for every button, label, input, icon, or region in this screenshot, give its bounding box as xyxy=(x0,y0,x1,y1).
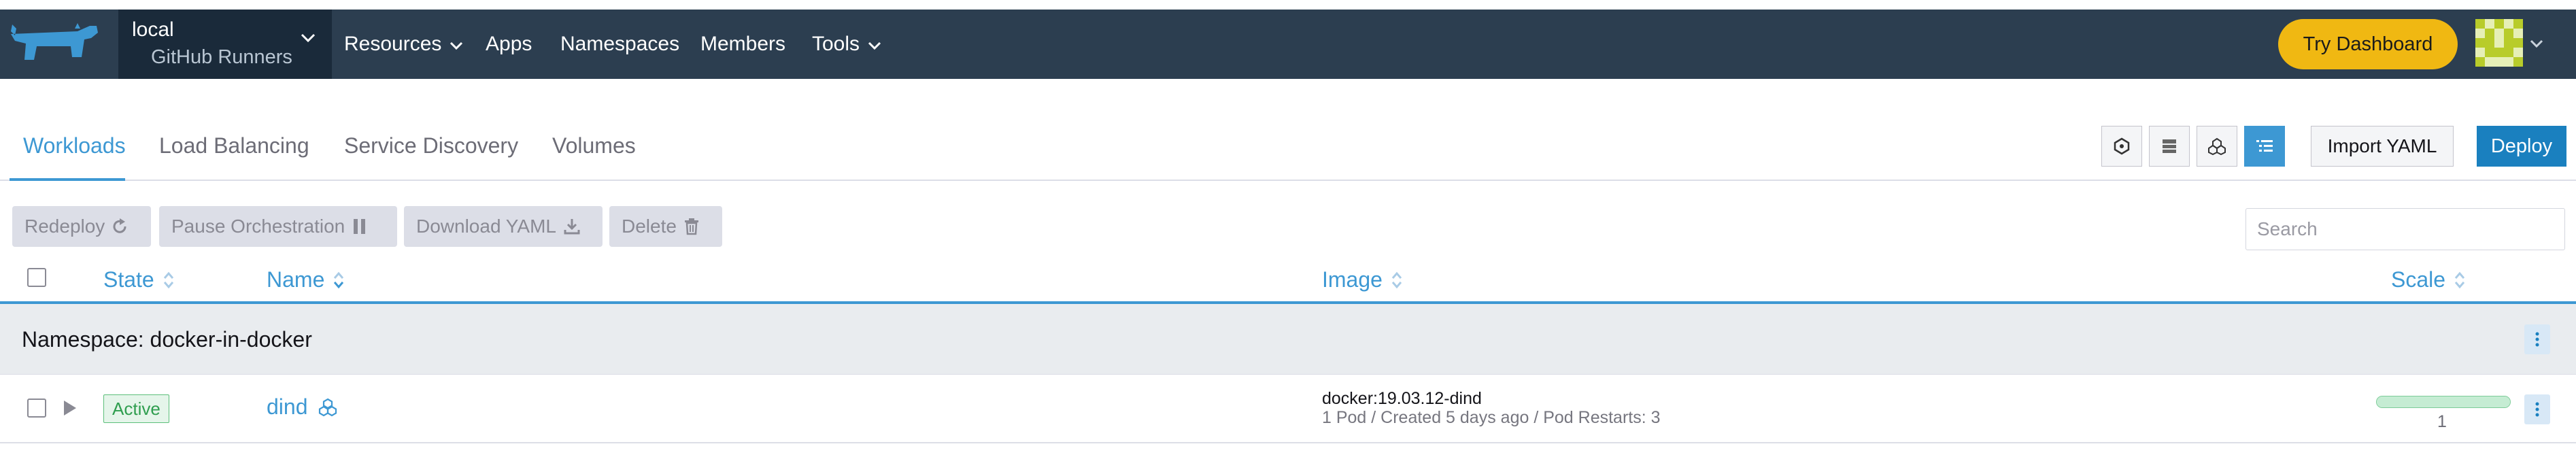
redeploy-button[interactable]: Redeploy xyxy=(12,206,151,247)
view-table-button[interactable] xyxy=(2149,126,2190,167)
menu-tools-label: Tools xyxy=(812,33,860,55)
scale-progress-fill xyxy=(2377,396,2510,407)
table-icon xyxy=(2163,139,2176,153)
cluster-project-switcher[interactable]: local GitHub Runners xyxy=(118,10,332,79)
column-header-image[interactable]: Image xyxy=(1322,267,1403,292)
select-all-checkbox[interactable] xyxy=(27,268,46,287)
menu-resources-label: Resources xyxy=(344,33,442,55)
import-yaml-button[interactable]: Import YAML xyxy=(2311,126,2454,167)
menu-namespaces[interactable]: Namespaces xyxy=(560,10,679,79)
top-navigation-bar: local GitHub Runners Resources Apps Name… xyxy=(0,10,2576,79)
scale-progress-bar xyxy=(2376,396,2511,408)
expand-row-icon[interactable] xyxy=(63,400,78,416)
kebab-menu-icon xyxy=(2535,402,2539,417)
pause-orchestration-button[interactable]: Pause Orchestration xyxy=(159,206,397,247)
pause-orchestration-label: Pause Orchestration xyxy=(171,216,345,237)
tab-service-discovery[interactable]: Service Discovery xyxy=(344,133,518,158)
sort-descending-icon xyxy=(334,271,344,288)
user-avatar[interactable] xyxy=(2475,19,2523,67)
try-dashboard-button[interactable]: Try Dashboard xyxy=(2278,19,2458,69)
workload-details: 1 Pod / Created 5 days ago / Pod Restart… xyxy=(1322,408,1661,427)
sort-icon xyxy=(163,271,173,288)
project-name: GitHub Runners xyxy=(151,46,292,68)
column-header-state[interactable]: State xyxy=(103,267,175,292)
node-icon xyxy=(2114,137,2130,155)
menu-namespaces-label: Namespaces xyxy=(560,33,680,55)
menu-tools[interactable]: Tools xyxy=(812,10,881,79)
view-list-button[interactable] xyxy=(2244,126,2285,167)
tab-load-balancing[interactable]: Load Balancing xyxy=(159,133,309,158)
menu-apps-label: Apps xyxy=(486,33,532,55)
deploy-button[interactable]: Deploy xyxy=(2477,126,2566,167)
sort-icon xyxy=(1391,271,1402,288)
row-actions-button[interactable] xyxy=(2524,394,2550,424)
view-group-button[interactable] xyxy=(2197,126,2237,167)
namespace-group-label: Namespace: docker-in-docker xyxy=(22,327,312,352)
scale-count: 1 xyxy=(2437,412,2447,431)
workload-name-link[interactable]: dind xyxy=(267,394,338,420)
tab-volumes[interactable]: Volumes xyxy=(552,133,636,158)
menu-apps[interactable]: Apps xyxy=(486,10,532,79)
menu-members-label: Members xyxy=(700,33,786,55)
download-yaml-label: Download YAML xyxy=(416,216,556,237)
menu-members[interactable]: Members xyxy=(700,10,785,79)
list-icon xyxy=(2256,140,2273,152)
column-scale-label: Scale xyxy=(2391,267,2446,292)
delete-button[interactable]: Delete xyxy=(609,206,722,247)
view-node-button[interactable] xyxy=(2101,126,2142,167)
active-tab-indicator xyxy=(10,178,125,181)
menu-resources[interactable]: Resources xyxy=(344,10,463,79)
download-icon xyxy=(564,219,580,235)
delete-label: Delete xyxy=(622,216,677,237)
column-header-scale[interactable]: Scale xyxy=(2391,267,2466,292)
column-header-name[interactable]: Name xyxy=(267,267,345,292)
service-icon xyxy=(318,398,337,416)
column-image-label: Image xyxy=(1322,267,1383,292)
search-input[interactable] xyxy=(2245,208,2565,250)
tab-workloads[interactable]: Workloads xyxy=(23,133,126,158)
chevron-down-icon xyxy=(301,33,316,43)
download-yaml-button[interactable]: Download YAML xyxy=(404,206,603,247)
column-state-label: State xyxy=(103,267,154,292)
kebab-menu-icon xyxy=(2535,332,2539,347)
chevron-down-icon xyxy=(450,41,463,50)
row-checkbox[interactable] xyxy=(27,399,46,418)
chevron-down-icon xyxy=(868,41,881,50)
chevron-down-icon[interactable] xyxy=(2530,39,2543,48)
sort-icon xyxy=(2454,271,2465,288)
table-row: Active dind docker:19.03.12-dind 1 Pod /… xyxy=(0,375,2576,443)
column-name-label: Name xyxy=(267,267,325,292)
workload-name: dind xyxy=(267,394,308,419)
redo-icon xyxy=(113,218,126,233)
namespace-group-row: Namespace: docker-in-docker xyxy=(0,304,2576,375)
redeploy-label: Redeploy xyxy=(24,216,105,237)
group-actions-button[interactable] xyxy=(2524,324,2550,354)
status-badge: Active xyxy=(103,394,169,423)
trash-icon xyxy=(684,218,698,235)
pause-icon xyxy=(354,219,366,234)
rancher-logo-icon[interactable] xyxy=(10,23,99,65)
image-name: docker:19.03.12-dind xyxy=(1322,389,1482,408)
group-icon xyxy=(2208,137,2226,155)
cluster-name: local xyxy=(132,18,174,41)
